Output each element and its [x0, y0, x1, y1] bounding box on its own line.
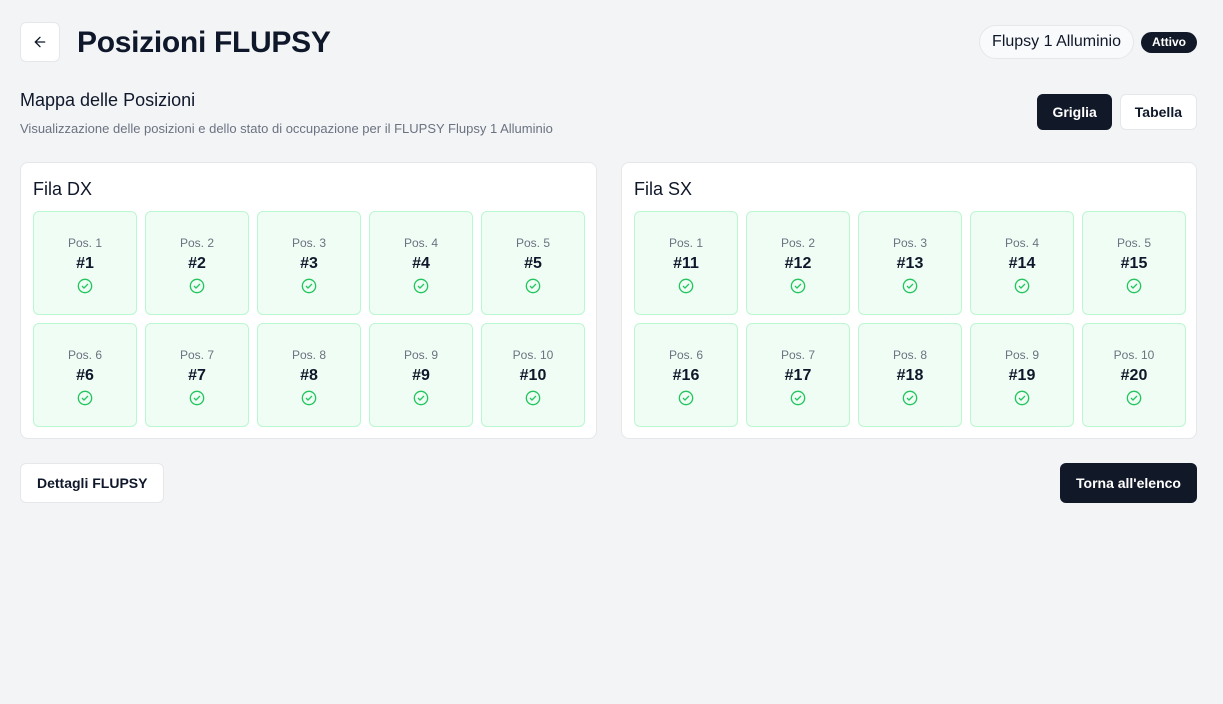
- check-circle-icon: [525, 390, 541, 406]
- check-circle-icon: [1126, 278, 1142, 294]
- check-circle-icon: [77, 278, 93, 294]
- position-cell[interactable]: Pos. 3 #3: [257, 211, 361, 315]
- position-cell[interactable]: Pos. 10 #20: [1082, 323, 1186, 427]
- position-label: Pos. 1: [67, 236, 103, 250]
- position-number: #10: [519, 367, 547, 384]
- position-label: Pos. 9: [1004, 348, 1040, 362]
- position-number: #16: [672, 367, 700, 384]
- position-label: Pos. 2: [179, 236, 215, 250]
- arrow-left-icon: [34, 36, 46, 48]
- position-label: Pos. 4: [1004, 236, 1040, 250]
- position-cell[interactable]: Pos. 7 #17: [746, 323, 850, 427]
- check-circle-icon: [678, 278, 694, 294]
- position-label: Pos. 5: [515, 236, 551, 250]
- position-label: Pos. 4: [403, 236, 439, 250]
- check-circle-icon: [301, 390, 317, 406]
- position-number: #5: [524, 255, 542, 272]
- back-to-list-button[interactable]: Torna all'elenco: [1060, 463, 1197, 503]
- table-view-button[interactable]: Tabella: [1119, 94, 1197, 130]
- position-cell[interactable]: Pos. 4 #14: [970, 211, 1074, 315]
- check-circle-icon: [525, 278, 541, 294]
- check-circle-icon: [413, 278, 429, 294]
- check-circle-icon: [1014, 278, 1030, 294]
- row-title: Fila DX: [33, 179, 93, 199]
- position-label: Pos. 10: [512, 348, 554, 362]
- position-label: Pos. 3: [892, 236, 928, 250]
- status-badge: Attivo: [1141, 32, 1197, 53]
- flupsy-details-button[interactable]: Dettagli FLUPSY: [20, 463, 165, 503]
- check-circle-icon: [1014, 390, 1030, 406]
- position-number: #9: [412, 367, 430, 384]
- check-circle-icon: [301, 278, 317, 294]
- view-toggle: Griglia Tabella: [1037, 94, 1197, 130]
- position-cell[interactable]: Pos. 8 #8: [257, 323, 361, 427]
- position-cell[interactable]: Pos. 2 #2: [145, 211, 249, 315]
- position-label: Pos. 1: [668, 236, 704, 250]
- position-number: #8: [300, 367, 318, 384]
- page-title: Posizioni FLUPSY: [77, 26, 331, 59]
- position-cell[interactable]: Pos. 5 #15: [1082, 211, 1186, 315]
- check-circle-icon: [790, 390, 806, 406]
- row-title: Fila SX: [634, 179, 693, 199]
- back-button[interactable]: [20, 22, 60, 62]
- section-description: Visualizzazione delle posizioni e dello …: [20, 121, 553, 136]
- position-cell[interactable]: Pos. 10 #10: [481, 323, 585, 427]
- position-cell[interactable]: Pos. 9 #9: [369, 323, 473, 427]
- check-circle-icon: [678, 390, 694, 406]
- position-cell[interactable]: Pos. 7 #7: [145, 323, 249, 427]
- position-number: #19: [1008, 367, 1036, 384]
- check-circle-icon: [77, 390, 93, 406]
- position-number: #3: [300, 255, 318, 272]
- page-header: Posizioni FLUPSY Flupsy 1 Alluminio Atti…: [20, 22, 1197, 62]
- position-number: #7: [188, 367, 206, 384]
- position-label: Pos. 8: [892, 348, 928, 362]
- row-panel-dx: Fila DX Pos. 1 #1 Pos. 2 #2 Pos. 3 #3 Pos. 4 #4…: [20, 162, 597, 439]
- check-circle-icon: [189, 278, 205, 294]
- position-cell[interactable]: Pos. 2 #12: [746, 211, 850, 315]
- position-number: #2: [188, 255, 206, 272]
- position-label: Pos. 5: [1116, 236, 1152, 250]
- position-cell[interactable]: Pos. 3 #13: [858, 211, 962, 315]
- position-cell[interactable]: Pos. 1 #1: [33, 211, 137, 315]
- position-number: #1: [76, 255, 94, 272]
- check-circle-icon: [413, 390, 429, 406]
- position-grid: Pos. 1 #1 Pos. 2 #2 Pos. 3 #3 Pos. 4 #4 Pos. 5 #5…: [33, 211, 585, 427]
- position-label: Pos. 6: [67, 348, 103, 362]
- position-cell[interactable]: Pos. 6 #16: [634, 323, 738, 427]
- check-circle-icon: [189, 390, 205, 406]
- position-number: #13: [896, 255, 924, 272]
- position-label: Pos. 6: [668, 348, 704, 362]
- position-label: Pos. 9: [403, 348, 439, 362]
- check-circle-icon: [1126, 390, 1142, 406]
- position-number: #12: [784, 255, 812, 272]
- position-grid: Pos. 1 #11 Pos. 2 #12 Pos. 3 #13 Pos. 4 #14 Pos.…: [634, 211, 1186, 427]
- position-number: #11: [673, 255, 699, 272]
- position-label: Pos. 7: [179, 348, 215, 362]
- position-number: #15: [1120, 255, 1148, 272]
- flupsy-name-badge: Flupsy 1 Alluminio: [979, 25, 1134, 59]
- position-label: Pos. 10: [1113, 348, 1155, 362]
- grid-view-button[interactable]: Griglia: [1037, 94, 1112, 130]
- position-cell[interactable]: Pos. 5 #5: [481, 211, 585, 315]
- position-label: Pos. 8: [291, 348, 327, 362]
- position-number: #20: [1120, 367, 1148, 384]
- position-cell[interactable]: Pos. 1 #11: [634, 211, 738, 315]
- position-label: Pos. 7: [780, 348, 816, 362]
- row-panel-sx: Fila SX Pos. 1 #11 Pos. 2 #12 Pos. 3 #13 Pos. …: [621, 162, 1197, 439]
- section-title: Mappa delle Posizioni: [20, 90, 196, 110]
- position-label: Pos. 2: [780, 236, 816, 250]
- position-cell[interactable]: Pos. 9 #19: [970, 323, 1074, 427]
- position-number: #4: [412, 255, 430, 272]
- position-cell[interactable]: Pos. 8 #18: [858, 323, 962, 427]
- position-number: #17: [784, 367, 812, 384]
- check-circle-icon: [902, 278, 918, 294]
- position-cell[interactable]: Pos. 6 #6: [33, 323, 137, 427]
- position-number: #6: [76, 367, 94, 384]
- check-circle-icon: [902, 390, 918, 406]
- position-number: #14: [1008, 255, 1036, 272]
- check-circle-icon: [790, 278, 806, 294]
- position-number: #18: [896, 367, 924, 384]
- position-cell[interactable]: Pos. 4 #4: [369, 211, 473, 315]
- position-label: Pos. 3: [291, 236, 327, 250]
